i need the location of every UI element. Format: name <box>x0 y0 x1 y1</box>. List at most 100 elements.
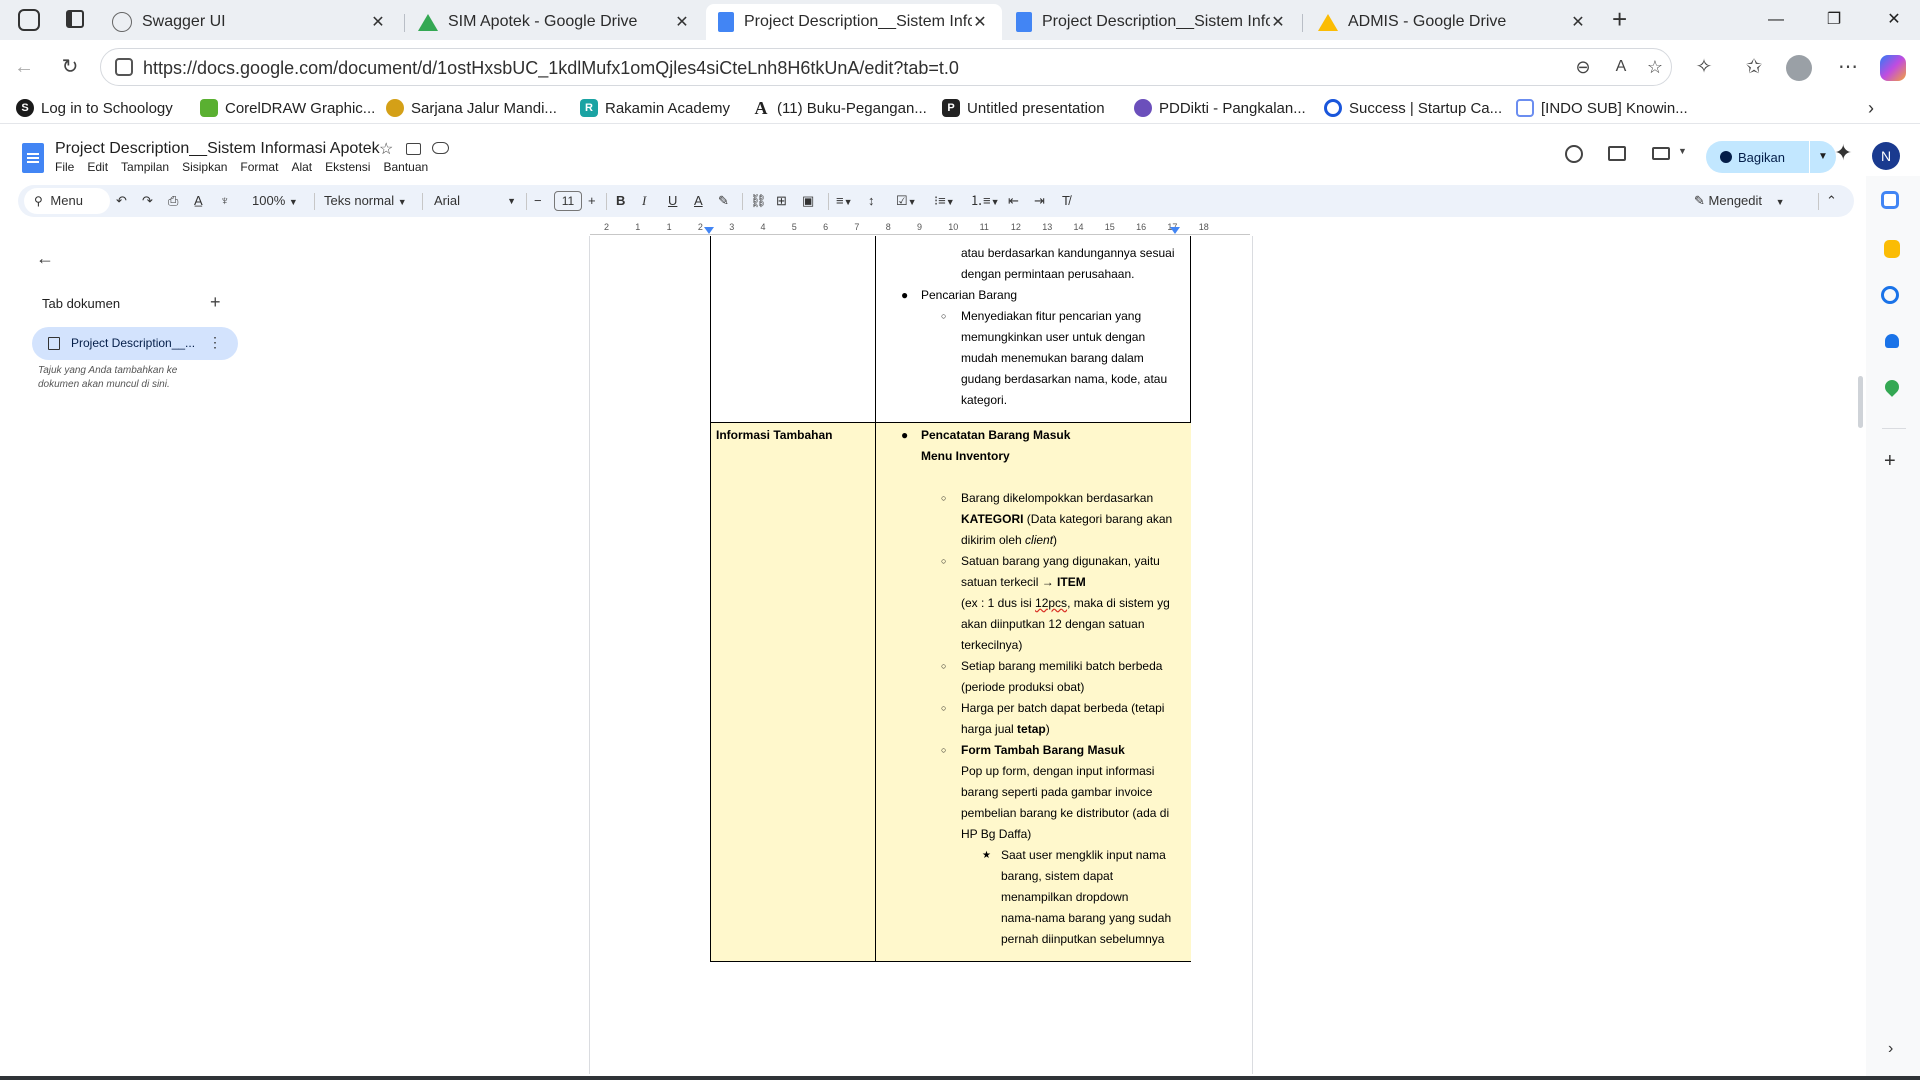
italic-icon[interactable]: I <box>642 185 646 217</box>
collapse-toolbar-icon[interactable]: ⌃ <box>1826 185 1837 217</box>
site-info-icon[interactable] <box>115 58 133 76</box>
paragraph-style-select[interactable]: Teks normal ▼ <box>324 185 407 217</box>
extensions-icon[interactable]: ✧ <box>1690 53 1718 81</box>
comments-icon[interactable] <box>1608 146 1626 161</box>
bookmark-item[interactable]: R Rakamin Academy <box>580 99 730 117</box>
bookmark-item[interactable]: Sarjana Jalur Mandi... <box>386 99 557 117</box>
highlight-icon[interactable]: ✎ <box>718 185 729 217</box>
font-family-select[interactable]: Arial ▼ <box>434 185 518 217</box>
document-title[interactable]: Project Description__Sistem Informasi Ap… <box>55 140 380 158</box>
meet-icon[interactable] <box>1652 147 1670 160</box>
copilot-icon[interactable] <box>1880 55 1906 81</box>
bookmark-item[interactable]: P Untitled presentation <box>942 99 1105 117</box>
workspaces-icon[interactable] <box>18 9 40 31</box>
menu-edit[interactable]: Edit <box>87 160 108 174</box>
bookmark-item[interactable]: [INDO SUB] Knowin... <box>1516 99 1688 117</box>
minimize-icon[interactable]: — <box>1762 8 1790 32</box>
document-tab-item[interactable]: Project Description__... ⋮ <box>32 327 238 360</box>
menu-view[interactable]: Tampilan <box>121 160 169 174</box>
text-color-icon[interactable]: A <box>694 185 703 217</box>
browser-tab-project-description-active[interactable]: Project Description__Sistem Inform ✕ <box>706 4 1002 40</box>
print-icon[interactable]: ⎙ <box>168 185 178 217</box>
tab-options-icon[interactable]: ⋮ <box>208 334 222 351</box>
close-tab-icon[interactable]: ✕ <box>972 12 988 32</box>
account-avatar[interactable]: N <box>1872 142 1900 170</box>
spellcheck-icon[interactable]: A̲ <box>194 185 203 217</box>
menu-file[interactable]: File <box>55 160 74 174</box>
google-docs-logo-icon[interactable] <box>22 143 44 173</box>
insert-image-icon[interactable]: ▣ <box>802 185 814 217</box>
more-options-icon[interactable]: ⋯ <box>1834 53 1862 81</box>
read-aloud-icon[interactable]: A <box>1607 53 1635 81</box>
menu-extensions[interactable]: Ekstensi <box>325 160 370 174</box>
bookmark-item[interactable]: CorelDRAW Graphic... <box>200 99 375 117</box>
paint-format-icon[interactable]: ♆ <box>220 185 230 217</box>
search-menus[interactable]: ⚲ Menu <box>24 188 110 214</box>
close-tab-icon[interactable]: ✕ <box>674 12 690 32</box>
checklist-icon[interactable]: ☑▼ <box>896 185 917 217</box>
indent-marker[interactable] <box>704 227 714 234</box>
back-icon[interactable]: ← <box>10 53 38 81</box>
cloud-saved-icon[interactable] <box>432 142 449 154</box>
move-folder-icon[interactable] <box>406 143 421 155</box>
new-tab-icon[interactable]: + <box>1612 4 1627 35</box>
favorite-star-icon[interactable]: ☆ <box>1641 53 1669 81</box>
underline-icon[interactable]: U <box>668 185 677 217</box>
bookmark-item[interactable]: Success | Startup Ca... <box>1324 99 1502 117</box>
add-addon-icon[interactable]: + <box>1884 450 1896 473</box>
increase-font-size-icon[interactable]: + <box>588 185 596 217</box>
chevron-right-icon[interactable]: › <box>1868 98 1874 119</box>
browser-tab-sim-apotek[interactable]: SIM Apotek - Google Drive ✕ <box>406 4 704 40</box>
insert-link-icon[interactable]: ⛓ <box>750 185 767 217</box>
bulleted-list-icon[interactable]: ⁝≡▼ <box>934 185 955 217</box>
editing-mode-select[interactable]: ✎ Mengedit ▼ <box>1694 185 1785 217</box>
gemini-icon[interactable]: ✦ <box>1834 140 1852 166</box>
menu-format[interactable]: Format <box>240 160 278 174</box>
menu-tools[interactable]: Alat <box>291 160 312 174</box>
browser-tab-project-description[interactable]: Project Description__Sistem Inform ✕ <box>1004 4 1300 40</box>
bookmark-item[interactable]: S Log in to Schoology <box>16 99 173 117</box>
back-arrow-icon[interactable]: ← <box>36 248 54 269</box>
star-icon[interactable]: ☆ <box>379 139 393 159</box>
undo-icon[interactable]: ↶ <box>116 185 127 217</box>
zoom-select[interactable]: 100% ▼ <box>252 185 298 217</box>
increase-indent-icon[interactable]: ⇥ <box>1034 185 1045 217</box>
version-history-icon[interactable] <box>1565 145 1583 163</box>
vertical-scrollbar[interactable] <box>1858 376 1863 428</box>
profile-icon[interactable] <box>1786 55 1812 81</box>
close-tab-icon[interactable]: ✕ <box>370 12 386 32</box>
bookmark-item[interactable]: A (11) Buku-Pegangan... <box>752 99 927 117</box>
right-indent-marker[interactable] <box>1170 227 1180 234</box>
numbered-list-icon[interactable]: ⒈≡▼ <box>970 185 1000 217</box>
favorites-icon[interactable]: ✩ <box>1740 53 1768 81</box>
font-size-input[interactable]: 11 <box>554 191 582 211</box>
browser-tab-swagger[interactable]: Swagger UI ✕ <box>100 4 400 40</box>
reload-icon[interactable]: ↻ <box>56 53 84 81</box>
decrease-font-size-icon[interactable]: − <box>534 185 542 217</box>
zoom-out-icon[interactable]: ⊖ <box>1569 53 1597 81</box>
close-window-icon[interactable]: ✕ <box>1880 8 1908 32</box>
meet-dropdown-icon[interactable]: ▼ <box>1678 146 1687 156</box>
add-tab-icon[interactable]: + <box>210 292 221 313</box>
restore-icon[interactable]: ❐ <box>1820 8 1848 32</box>
tab-actions-icon[interactable] <box>66 10 84 28</box>
clear-formatting-icon[interactable]: T̸ <box>1062 185 1070 217</box>
close-tab-icon[interactable]: ✕ <box>1270 12 1286 32</box>
address-bar[interactable]: https://docs.google.com/document/d/1ostH… <box>100 48 1672 86</box>
tasks-icon[interactable] <box>1881 286 1899 304</box>
calendar-icon[interactable] <box>1881 191 1899 209</box>
menu-help[interactable]: Bantuan <box>383 160 428 174</box>
bookmark-item[interactable]: PDDikti - Pangkalan... <box>1134 99 1306 117</box>
decrease-indent-icon[interactable]: ⇤ <box>1008 185 1019 217</box>
share-button[interactable]: Bagikan <box>1706 141 1809 173</box>
keep-icon[interactable] <box>1884 240 1900 258</box>
add-comment-icon[interactable]: ⊞ <box>776 185 787 217</box>
expand-panel-icon[interactable]: › <box>1888 1040 1893 1058</box>
bold-icon[interactable]: B <box>616 185 625 217</box>
line-spacing-icon[interactable]: ↕ <box>868 185 875 217</box>
align-icon[interactable]: ≡▼ <box>836 185 853 217</box>
menu-insert[interactable]: Sisipkan <box>182 160 227 174</box>
browser-tab-admis[interactable]: ADMIS - Google Drive ✕ <box>1306 4 1600 40</box>
url-text[interactable]: https://docs.google.com/document/d/1ostH… <box>143 58 959 79</box>
contacts-icon[interactable] <box>1885 334 1899 348</box>
